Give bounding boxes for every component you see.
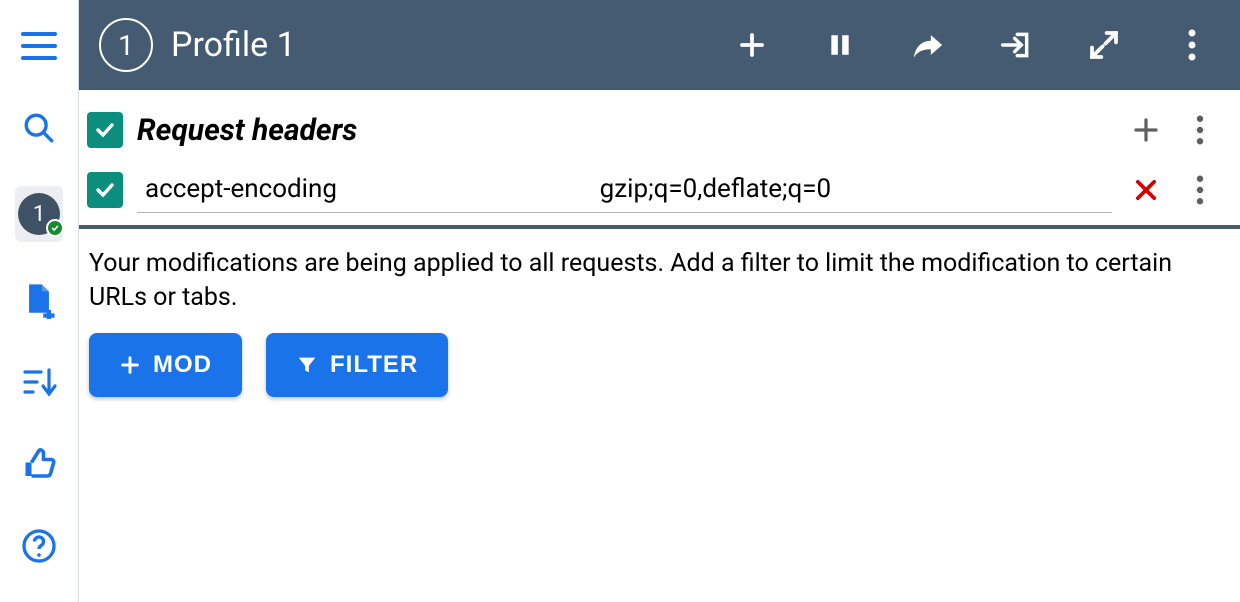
plus-icon [119,354,141,376]
expand-icon [1088,29,1120,61]
mod-button-label: MOD [153,351,212,379]
more-vert-icon [1187,29,1197,61]
profile-indicator: 1 [99,18,153,72]
appbar-more-button[interactable] [1172,25,1212,65]
share-icon [911,30,945,60]
row-delete-button[interactable] [1126,170,1166,210]
profile-chip-icon: 1 [18,193,60,235]
add-filter-button[interactable]: FILTER [266,333,448,397]
section-header: Request headers [79,90,1240,162]
info-box: Your modifications are being applied to … [79,229,1240,397]
more-vert-icon [1196,175,1204,205]
section-enable-checkbox[interactable] [87,112,123,148]
row-more-button[interactable] [1180,170,1220,210]
feedback-button[interactable] [15,440,63,488]
app-bar: 1 Profile 1 [79,0,1240,90]
section-add-button[interactable] [1126,110,1166,150]
add-button[interactable] [732,25,772,65]
plus-icon [737,30,767,60]
section-more-button[interactable] [1180,110,1220,150]
header-value-input[interactable] [594,170,1110,208]
pause-button[interactable] [820,25,860,65]
check-icon [93,118,117,142]
check-icon [93,178,117,202]
add-mod-button[interactable]: MOD [89,333,242,397]
sidebar: 1 [0,0,78,602]
sort-button[interactable] [15,358,63,406]
row-enable-checkbox[interactable] [87,172,123,208]
more-vert-icon [1196,115,1204,145]
new-file-button[interactable] [15,276,63,324]
plus-icon [1131,115,1161,145]
share-button[interactable] [908,25,948,65]
page-title: Profile 1 [171,25,714,65]
filter-icon [296,354,318,376]
file-plus-icon [22,281,56,319]
menu-button[interactable] [15,22,63,70]
section-title: Request headers [137,113,1112,148]
expand-button[interactable] [1084,25,1124,65]
main-area: 1 Profile 1 [78,0,1240,602]
close-icon [1132,176,1160,204]
hamburger-icon [19,30,59,62]
profile-tab[interactable]: 1 [15,186,63,242]
profile-number: 1 [118,29,134,62]
pause-icon [827,30,853,60]
import-icon [999,29,1033,61]
help-button[interactable] [15,522,63,570]
header-row [79,162,1240,219]
import-button[interactable] [996,25,1036,65]
search-button[interactable] [15,104,63,152]
filter-button-label: FILTER [330,351,418,379]
help-icon [21,528,57,564]
header-name-input[interactable] [139,170,586,208]
profile-badge-number: 1 [33,202,45,227]
sort-icon [21,366,57,398]
status-ok-icon [46,219,64,237]
search-icon [22,111,56,145]
info-text: Your modifications are being applied to … [89,247,1230,315]
thumbs-up-icon [21,446,57,482]
